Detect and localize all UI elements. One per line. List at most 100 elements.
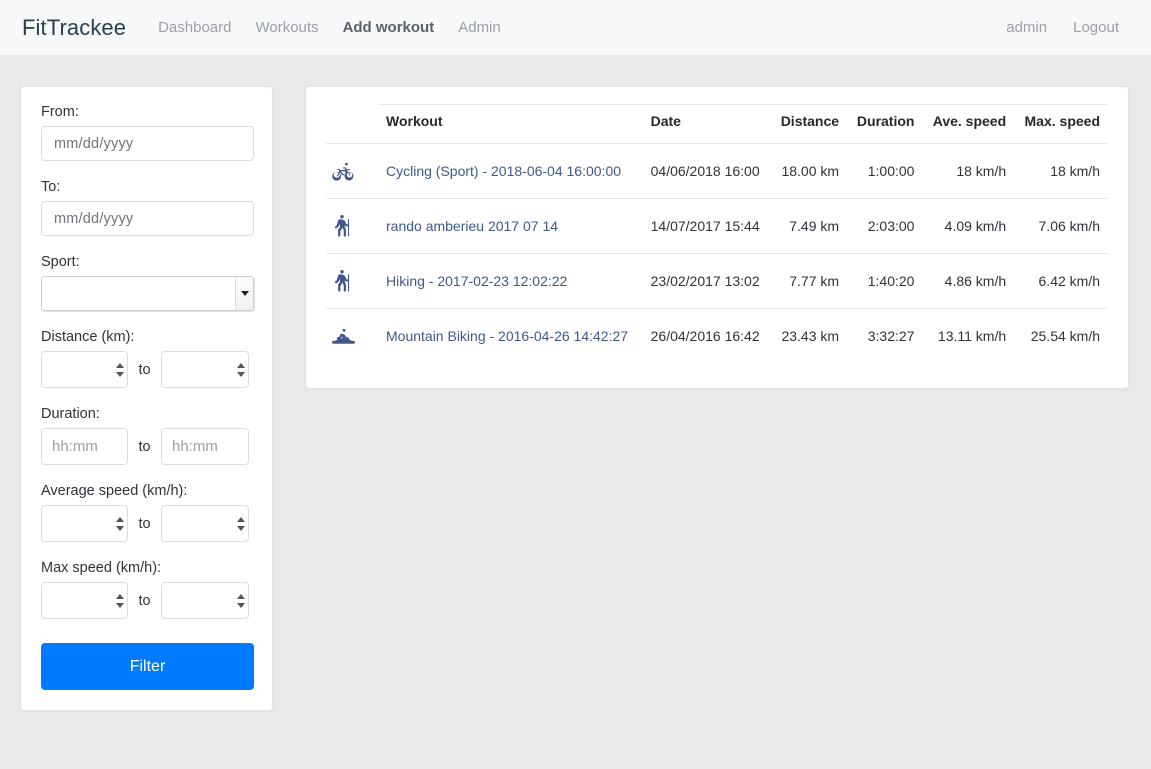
average-speed-label: Average speed (km/h): (41, 483, 188, 499)
workout-duration-cell: 2:03:00 (847, 198, 923, 254)
workout-name-cell: Hiking - 2017-02-23 12:02:22 (378, 253, 643, 309)
workout-link[interactable]: rando amberieu 2017 07 14 (386, 218, 558, 234)
column-header-duration[interactable]: Duration (847, 104, 923, 144)
workout-name-cell: rando amberieu 2017 07 14 (378, 198, 643, 254)
max-speed-max-wrap (161, 582, 249, 619)
distance-max-input[interactable] (161, 351, 249, 388)
to-date-placeholder: mm/dd/yyyy (54, 210, 134, 227)
sport-icon-cell (326, 143, 378, 199)
filters-panel: From: mm/dd/yyyy To: mm/dd/yyyy Sport: D… (20, 86, 273, 711)
duration-max-input[interactable] (161, 428, 249, 465)
average-speed-min-wrap (41, 505, 128, 542)
table-head: Workout Date Distance Duration Ave. spee… (326, 104, 1108, 144)
workout-ave-speed-cell: 18 km/h (922, 143, 1015, 199)
workout-ave-speed-cell: 4.86 km/h (922, 253, 1015, 309)
workout-ave-speed-cell: 4.09 km/h (922, 198, 1015, 254)
workout-date-cell: 14/07/2017 15:44 (642, 198, 771, 254)
column-header-max-speed[interactable]: Max. speed (1014, 104, 1108, 144)
max-speed-to-label: to (138, 592, 151, 609)
nav-item-username[interactable]: admin (1006, 19, 1047, 36)
workout-name-cell: Mountain Biking - 2016-04-26 14:42:27 (378, 308, 643, 363)
sport-icon-cell (326, 198, 378, 254)
workout-date-cell: 04/06/2018 16:00 (642, 143, 771, 199)
table-header-row: Workout Date Distance Duration Ave. spee… (326, 104, 1108, 144)
workout-name-cell: Cycling (Sport) - 2018-06-04 16:00:00 (378, 143, 643, 199)
table-row: Hiking - 2017-02-23 12:02:22 23/02/2017 1… (326, 253, 1108, 309)
workouts-table: Workout Date Distance Duration Ave. spee… (326, 104, 1108, 363)
average-speed-max-wrap (161, 505, 249, 542)
distance-to-label: to (138, 361, 151, 378)
workout-date-cell: 23/02/2017 13:02 (642, 253, 771, 309)
mountain-biking-icon (332, 325, 370, 347)
cycling-icon (332, 160, 370, 182)
distance-min-input[interactable] (41, 351, 128, 388)
max-speed-range-row: to (41, 582, 252, 619)
from-date-input[interactable]: mm/dd/yyyy (41, 126, 254, 161)
workout-distance-cell: 7.49 km (770, 198, 848, 254)
distance-label: Distance (km): (41, 329, 135, 345)
max-speed-max-input[interactable] (161, 582, 249, 619)
workouts-table-panel: Workout Date Distance Duration Ave. spee… (305, 86, 1129, 389)
workout-duration-cell: 3:32:27 (847, 308, 923, 363)
nav-item-dashboard[interactable]: Dashboard (158, 19, 231, 36)
distance-max-wrap (161, 351, 249, 388)
average-speed-max-input[interactable] (161, 505, 249, 542)
from-label: From: (41, 104, 79, 120)
column-header-distance[interactable]: Distance (770, 104, 848, 144)
workout-link[interactable]: Mountain Biking - 2016-04-26 14:42:27 (386, 328, 628, 344)
average-speed-to-label: to (138, 515, 151, 532)
workout-duration-cell: 1:00:00 (847, 143, 923, 199)
main-nav: Dashboard Workouts Add workout Admin (158, 19, 501, 36)
user-nav: admin Logout (1006, 19, 1129, 36)
max-speed-min-input[interactable] (41, 582, 128, 619)
duration-label: Duration: (41, 406, 100, 422)
hiking-icon (332, 270, 370, 292)
app-header: FitTrackee Dashboard Workouts Add workou… (0, 0, 1151, 56)
to-date-input[interactable]: mm/dd/yyyy (41, 201, 254, 236)
table-body: Cycling (Sport) - 2018-06-04 16:00:00 04/… (326, 143, 1108, 363)
duration-range-row: to (41, 428, 252, 465)
workout-ave-speed-cell: 13.11 km/h (922, 308, 1015, 363)
duration-to-label: to (138, 438, 151, 455)
max-speed-min-wrap (41, 582, 128, 619)
nav-item-admin[interactable]: Admin (458, 19, 501, 36)
nav-item-workouts[interactable]: Workouts (255, 19, 318, 36)
table-row: rando amberieu 2017 07 14 14/07/2017 15:4… (326, 198, 1108, 254)
workout-max-speed-cell: 7.06 km/h (1014, 198, 1108, 254)
column-header-workout[interactable]: Workout (378, 104, 643, 144)
average-speed-range-row: to (41, 505, 252, 542)
brand-logo[interactable]: FitTrackee (22, 15, 126, 41)
workout-max-speed-cell: 25.54 km/h (1014, 308, 1108, 363)
column-header-icon (326, 105, 378, 144)
table-row: Cycling (Sport) - 2018-06-04 16:00:00 04/… (326, 143, 1108, 199)
nav-item-add-workout[interactable]: Add workout (343, 19, 435, 36)
table-row: Mountain Biking - 2016-04-26 14:42:27 26/… (326, 308, 1108, 363)
sport-select[interactable] (41, 276, 254, 311)
from-date-placeholder: mm/dd/yyyy (54, 135, 134, 152)
chevron-down-icon[interactable] (235, 277, 253, 310)
column-header-ave-speed[interactable]: Ave. speed (922, 104, 1015, 144)
workout-max-speed-cell: 18 km/h (1014, 143, 1108, 199)
workout-date-cell: 26/04/2016 16:42 (642, 308, 771, 363)
distance-range-row: to (41, 351, 252, 388)
workout-distance-cell: 7.77 km (770, 253, 848, 309)
workout-max-speed-cell: 6.42 km/h (1014, 253, 1108, 309)
average-speed-min-input[interactable] (41, 505, 128, 542)
workout-distance-cell: 18.00 km (770, 143, 848, 199)
sport-icon-cell (326, 308, 378, 363)
max-speed-label: Max speed (km/h): (41, 560, 162, 576)
workout-link[interactable]: Cycling (Sport) - 2018-06-04 16:00:00 (386, 163, 621, 179)
distance-min-wrap (41, 351, 128, 388)
hiking-icon (332, 215, 370, 237)
workout-link[interactable]: Hiking - 2017-02-23 12:02:22 (386, 273, 567, 289)
sport-icon-cell (326, 253, 378, 309)
page-body: From: mm/dd/yyyy To: mm/dd/yyyy Sport: D… (0, 56, 1151, 711)
sport-label: Sport: (41, 254, 80, 270)
duration-min-input[interactable] (41, 428, 128, 465)
workout-duration-cell: 1:40:20 (847, 253, 923, 309)
filter-button[interactable]: Filter (41, 643, 254, 690)
workout-distance-cell: 23.43 km (770, 308, 848, 363)
column-header-date[interactable]: Date (642, 104, 771, 144)
nav-item-logout[interactable]: Logout (1073, 19, 1119, 36)
to-label: To: (41, 179, 61, 195)
